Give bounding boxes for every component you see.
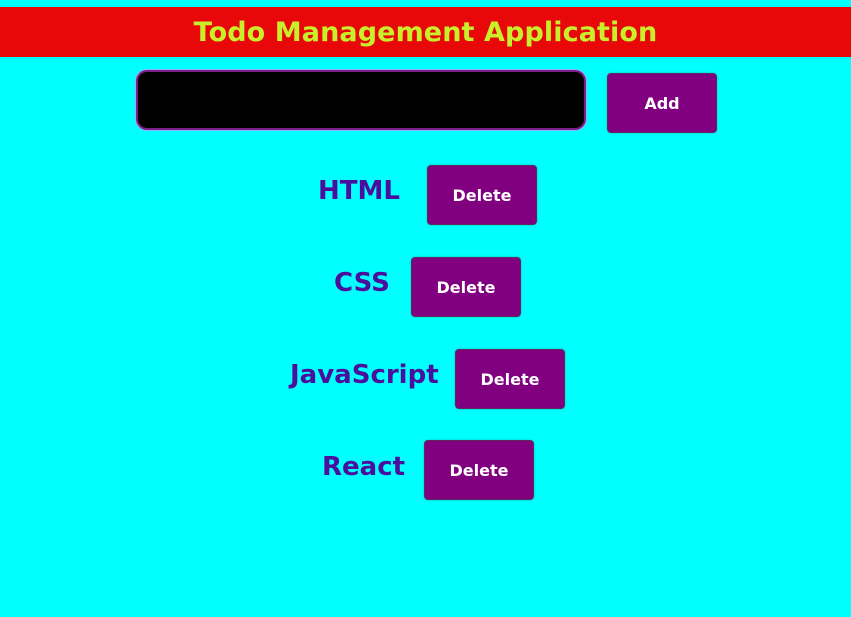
delete-button[interactable]: Delete xyxy=(424,440,534,500)
delete-button[interactable]: Delete xyxy=(455,349,565,409)
add-button[interactable]: Add xyxy=(607,73,717,133)
app-header: Todo Management Application xyxy=(0,7,851,57)
todo-text: React xyxy=(322,452,406,482)
todo-text: HTML xyxy=(318,176,400,206)
delete-button[interactable]: Delete xyxy=(427,165,537,225)
delete-button[interactable]: Delete xyxy=(411,257,521,317)
todo-text: CSS xyxy=(334,268,390,298)
page-title: Todo Management Application xyxy=(193,16,658,48)
todo-text: JavaScript xyxy=(290,360,439,390)
todo-app: Todo Management Application Add HTML Del… xyxy=(0,0,851,617)
todo-input[interactable] xyxy=(136,70,586,130)
